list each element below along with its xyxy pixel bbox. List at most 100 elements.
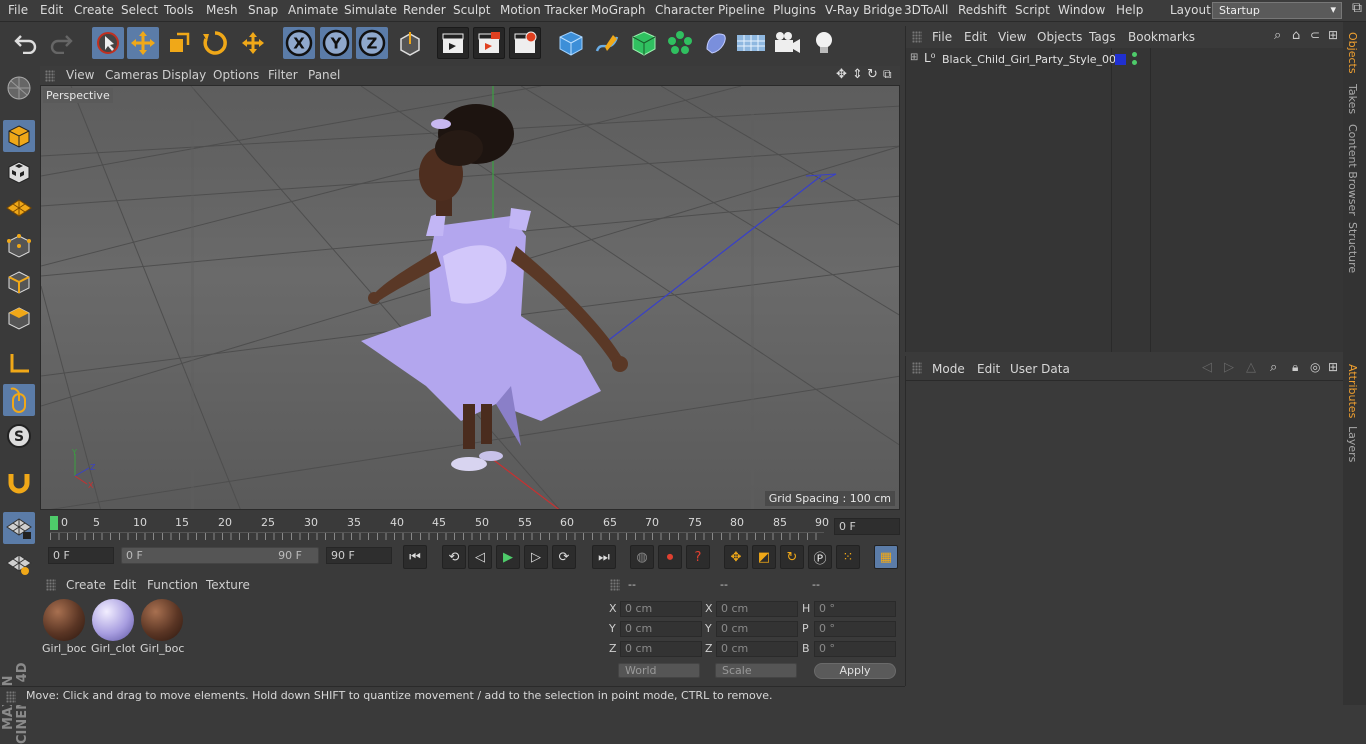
menu-tools[interactable]: Tools	[164, 3, 194, 17]
key-pla-icon[interactable]: ⁙	[836, 545, 860, 569]
material-swatch[interactable]: Girl_boc	[42, 598, 86, 656]
menu-redshift[interactable]: Redshift	[958, 3, 1007, 17]
layer-color-swatch[interactable]	[1115, 54, 1126, 65]
menu-mograph[interactable]: MoGraph	[591, 3, 646, 17]
camera-label[interactable]: Perspective	[43, 88, 113, 103]
previous-frame-icon[interactable]: ◁	[468, 545, 492, 569]
magnet-snap-icon[interactable]	[3, 466, 35, 498]
deformer-icon[interactable]	[700, 27, 732, 59]
redo-icon[interactable]	[45, 27, 77, 59]
rotation-h-field[interactable]: 0 °	[814, 601, 896, 617]
material-menu-function[interactable]: Function	[147, 578, 198, 592]
viewport-zoom-icon[interactable]: ⇕	[852, 67, 863, 82]
timeline-window-icon[interactable]: ▦	[874, 545, 898, 569]
menu-plugins[interactable]: Plugins	[773, 3, 816, 17]
search-icon[interactable]: ⌕	[1274, 28, 1281, 43]
keyframe-selection-icon[interactable]: ?	[686, 545, 710, 569]
material-swatch[interactable]: Girl_clot	[91, 598, 135, 656]
key-position-icon[interactable]: ✥	[724, 545, 748, 569]
maximize-panel-icon[interactable]: ⊞	[1328, 360, 1338, 374]
objects-menu-objects[interactable]: Objects	[1037, 30, 1082, 44]
next-frame-icon[interactable]: ▷	[524, 545, 548, 569]
undo-icon[interactable]	[10, 27, 42, 59]
transform-tool-icon[interactable]	[237, 27, 269, 59]
record-keys-icon[interactable]: ◍	[630, 545, 654, 569]
playhead-marker[interactable]	[50, 516, 58, 530]
viewport-menu-filter[interactable]: Filter	[268, 68, 298, 82]
tab-attributes[interactable]: Attributes	[1346, 364, 1359, 418]
pen-spline-icon[interactable]	[591, 27, 623, 59]
objects-menu-tags[interactable]: Tags	[1089, 30, 1116, 44]
menu-pipeline[interactable]: Pipeline	[718, 3, 765, 17]
cube-object-icon[interactable]	[555, 27, 587, 59]
polygons-mode-icon[interactable]	[3, 302, 35, 334]
objects-menu-file[interactable]: File	[932, 30, 952, 44]
perspective-viewport[interactable]: Perspective Y Z X Grid Spacing : 100 cm	[40, 85, 900, 510]
position-x-field[interactable]: 0 cm	[620, 601, 702, 617]
camera-icon[interactable]	[771, 27, 803, 59]
attributes-menu-user-data[interactable]: User Data	[1010, 362, 1070, 376]
menu-select[interactable]: Select	[121, 3, 158, 17]
render-to-picture-viewer-icon[interactable]	[473, 27, 505, 59]
attributes-menu-mode[interactable]: Mode	[932, 362, 965, 376]
menu-character[interactable]: Character	[655, 3, 714, 17]
objects-menu-bookmarks[interactable]: Bookmarks	[1128, 30, 1195, 44]
panel-grip-icon[interactable]	[6, 691, 16, 703]
edges-mode-icon[interactable]	[3, 266, 35, 298]
end-frame-field[interactable]: 90 F	[326, 547, 392, 564]
go-to-start-icon[interactable]: ⏮	[403, 545, 427, 569]
menu-file[interactable]: File	[8, 3, 28, 17]
tab-content-browser[interactable]: Content Browser	[1346, 124, 1359, 216]
viewport-menu-view[interactable]: View	[66, 68, 94, 82]
panel-grip-icon[interactable]	[912, 31, 922, 43]
panel-grip-icon[interactable]	[610, 579, 620, 591]
key-rotation-icon[interactable]: ↻	[780, 545, 804, 569]
points-mode-icon[interactable]	[3, 230, 35, 262]
render-settings-icon[interactable]	[509, 27, 541, 59]
search-icon[interactable]: ⌕	[1270, 360, 1277, 375]
current-frame-field[interactable]: 0 F	[834, 518, 900, 535]
axis-mode-icon[interactable]	[3, 348, 35, 380]
tab-structure[interactable]: Structure	[1346, 222, 1359, 273]
menu-render[interactable]: Render	[403, 3, 446, 17]
material-menu-create[interactable]: Create	[66, 578, 106, 592]
layout-select[interactable]: Startup	[1212, 2, 1342, 19]
workplane-icon[interactable]	[3, 192, 35, 224]
expand-icon[interactable]: ⊞	[910, 52, 918, 63]
menu-edit[interactable]: Edit	[40, 3, 63, 17]
panel-grip-icon[interactable]	[912, 362, 922, 374]
panel-grip-icon[interactable]	[45, 70, 55, 82]
viewport-rotate-icon[interactable]: ↻	[867, 67, 878, 82]
previous-key-icon[interactable]: ⟲	[442, 545, 466, 569]
viewport-menu-options[interactable]: Options	[213, 68, 259, 82]
window-icon[interactable]: ⧉	[1348, 0, 1366, 22]
back-arrow-icon[interactable]: ◁	[1202, 360, 1212, 375]
objects-menu-edit[interactable]: Edit	[964, 30, 987, 44]
scale-tool-icon[interactable]	[163, 27, 195, 59]
attributes-menu-edit[interactable]: Edit	[977, 362, 1000, 376]
frame-range-slider[interactable]: 0 F 90 F	[121, 547, 319, 564]
viewport-menu-cameras[interactable]: Cameras	[105, 68, 158, 82]
material-menu-texture[interactable]: Texture	[206, 578, 250, 592]
size-mode-select[interactable]: Scale	[715, 663, 797, 678]
go-to-end-icon[interactable]: ⏭	[592, 545, 616, 569]
move-tool-icon[interactable]	[127, 27, 159, 59]
light-icon[interactable]	[808, 27, 840, 59]
size-x-field[interactable]: 0 cm	[716, 601, 798, 617]
coordinate-space-select[interactable]: World	[618, 663, 700, 678]
settings-icon[interactable]: ◎	[1310, 360, 1320, 374]
snap-s-icon[interactable]: S	[3, 420, 35, 452]
size-z-field[interactable]: 0 cm	[716, 641, 798, 657]
live-selection-icon[interactable]	[92, 27, 124, 59]
menu-3dtoall[interactable]: 3DToAll	[904, 3, 948, 17]
menu-sculpt[interactable]: Sculpt	[453, 3, 490, 17]
timeline-ruler[interactable]: 0 5 10 15 20 25 30 35 40 45 50 55 60 65 …	[40, 512, 900, 542]
key-scale-icon[interactable]: ◩	[752, 545, 776, 569]
size-y-field[interactable]: 0 cm	[716, 621, 798, 637]
forward-arrow-icon[interactable]: ▷	[1224, 360, 1234, 375]
texture-mode-icon[interactable]	[3, 156, 35, 188]
z-axis-lock-icon[interactable]: Z	[356, 27, 388, 59]
material-menu-edit[interactable]: Edit	[113, 578, 136, 592]
rotation-p-field[interactable]: 0 °	[814, 621, 896, 637]
floor-environment-icon[interactable]	[735, 27, 767, 59]
